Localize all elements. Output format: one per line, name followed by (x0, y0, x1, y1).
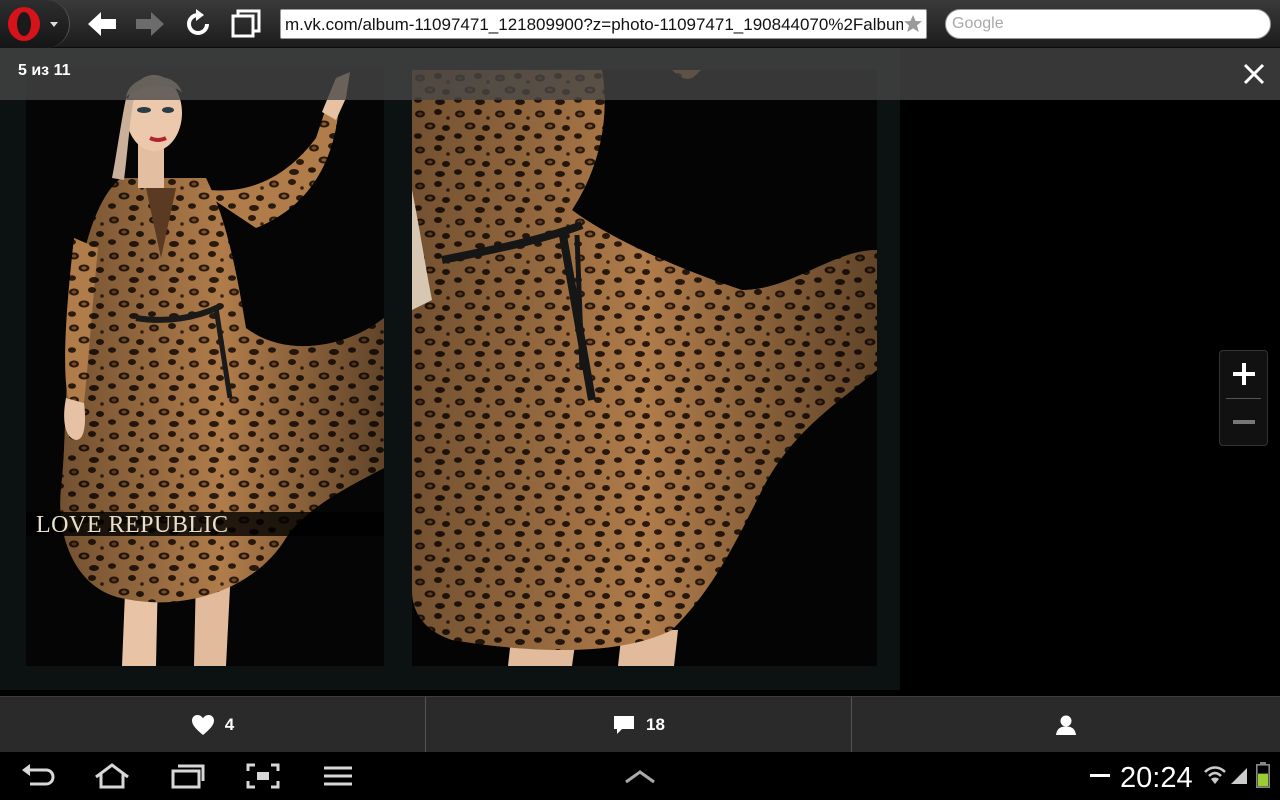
zoom-in-button[interactable] (1220, 351, 1267, 397)
back-button[interactable] (84, 6, 120, 42)
comment-count: 18 (646, 715, 665, 734)
photo-image[interactable]: LOVE REPUBLIC (0, 48, 900, 690)
model-figure (60, 72, 384, 666)
minimize-icon[interactable] (1090, 774, 1110, 778)
photo-action-bar: 4 18 (0, 696, 1280, 753)
chevron-up-icon[interactable] (622, 762, 658, 790)
photo-counter: 5 из 11 (18, 62, 71, 79)
zoom-control (1219, 350, 1268, 446)
screen: m.vk.com/album-11097471_121809900?z=phot… (0, 0, 1280, 800)
forward-arrow-icon (136, 12, 164, 36)
screenshot-icon[interactable] (245, 762, 281, 790)
dress-closeup (412, 70, 877, 666)
recent-apps-icon[interactable] (170, 762, 206, 790)
minus-icon (1232, 420, 1255, 424)
clock: 20:24 (1120, 762, 1193, 794)
close-icon[interactable] (1240, 60, 1268, 88)
tabs-button[interactable] (228, 6, 264, 42)
home-icon[interactable] (94, 762, 130, 790)
tabs-icon (231, 9, 261, 38)
menu-icon[interactable] (320, 762, 356, 790)
like-button[interactable]: 4 (0, 697, 425, 753)
comments-button[interactable]: 18 (426, 697, 851, 753)
signal-icon (1231, 768, 1247, 784)
chevron-down-icon (50, 22, 58, 27)
viewer-header: 5 из 11 (0, 48, 1280, 100)
battery-icon (1256, 762, 1270, 788)
reload-icon (187, 9, 209, 35)
zoom-out-button[interactable] (1220, 399, 1267, 445)
reload-button[interactable] (180, 6, 216, 42)
search-input[interactable] (952, 13, 1262, 35)
brand-logo-text: LOVE REPUBLIC (36, 512, 229, 538)
comment-icon (614, 716, 635, 734)
system-navigation-bar: 20:24 (0, 752, 1280, 800)
tag-person-button[interactable] (852, 697, 1280, 753)
plus-icon (1232, 363, 1255, 385)
opera-logo-icon (8, 7, 40, 41)
forward-button[interactable] (132, 6, 168, 42)
bookmark-star-icon[interactable] (903, 14, 923, 34)
wifi-icon (1204, 766, 1226, 784)
like-count: 4 (224, 715, 235, 734)
browser-toolbar: m.vk.com/album-11097471_121809900?z=phot… (0, 0, 1280, 48)
photo-panel-left (26, 68, 384, 666)
back-icon[interactable] (20, 762, 56, 790)
address-bar[interactable]: m.vk.com/album-11097471_121809900?z=phot… (280, 9, 927, 39)
heart-icon (191, 715, 214, 735)
photo-panel-right (412, 70, 877, 666)
user-icon (1056, 715, 1076, 735)
back-arrow-icon (88, 12, 116, 36)
search-box[interactable] (945, 9, 1271, 39)
opera-menu-button[interactable] (0, 0, 70, 48)
url-text: m.vk.com/album-11097471_121809900?z=phot… (285, 15, 903, 34)
